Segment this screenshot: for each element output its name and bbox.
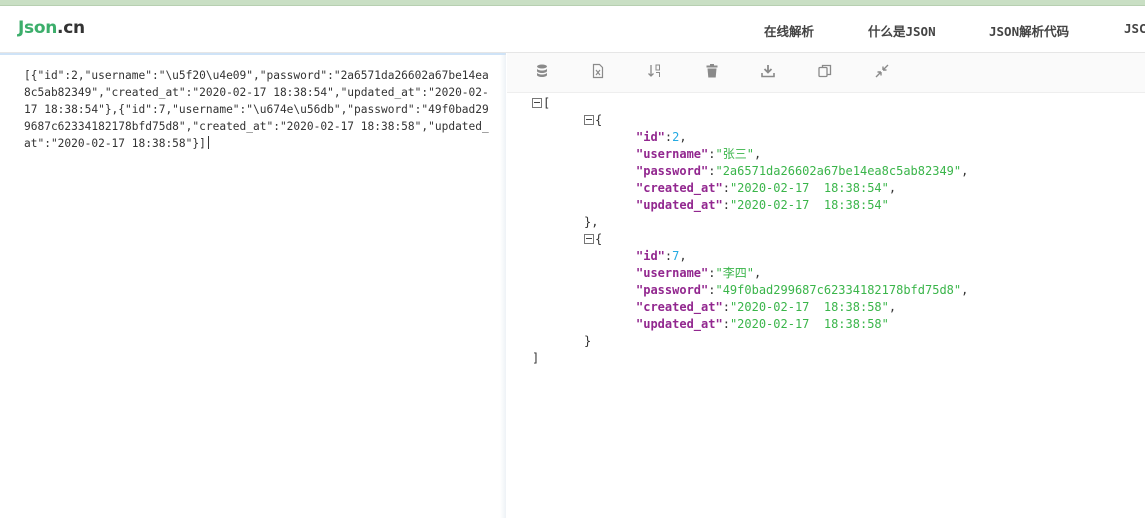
tree-object-close: }, bbox=[584, 215, 599, 229]
site-logo[interactable]: Json.cn bbox=[18, 18, 85, 38]
tree-row-username: "username":"张三", bbox=[636, 147, 762, 161]
tree-object-open: { bbox=[584, 231, 602, 248]
logo-part-cn: .cn bbox=[57, 18, 85, 38]
tree-row-updated-at: "updated_at":"2020-02-17 18:38:58" bbox=[636, 317, 889, 331]
json-input-pane[interactable]: [{"id":2,"username":"\u5f20\u4e09","pass… bbox=[0, 53, 506, 518]
navbar: Json.cn 在线解析 什么是JSON JSON解析代码 JSC bbox=[0, 6, 1145, 53]
tree-row-created-at: "created_at":"2020-02-17 18:38:54", bbox=[636, 181, 897, 195]
compress-icon[interactable] bbox=[874, 63, 890, 79]
database-icon[interactable] bbox=[534, 63, 550, 79]
nav-more[interactable]: JSC bbox=[1124, 21, 1145, 36]
json-tree-pane: [ { "id":2, "username":"张三", "password":… bbox=[507, 53, 1145, 518]
tree-row-updated-at: "updated_at":"2020-02-17 18:38:54" bbox=[636, 198, 889, 212]
nav-json-parse-code[interactable]: JSON解析代码 bbox=[989, 21, 1069, 40]
trash-icon[interactable] bbox=[704, 63, 720, 79]
sort-icon[interactable] bbox=[647, 63, 663, 79]
tree-root-open: [ bbox=[532, 95, 550, 112]
tree-row-password: "password":"2a6571da26602a67be14ea8c5ab8… bbox=[636, 164, 969, 178]
text-caret bbox=[207, 136, 209, 149]
excel-icon[interactable] bbox=[590, 63, 606, 79]
nav-online-parse[interactable]: 在线解析 bbox=[764, 21, 814, 40]
tree-object-close: } bbox=[584, 334, 592, 348]
tree-row-id: "id":7, bbox=[636, 249, 687, 263]
tree-row-id: "id":2, bbox=[636, 130, 687, 144]
tree-row-username: "username":"李四", bbox=[636, 266, 762, 280]
tree-row-created-at: "created_at":"2020-02-17 18:38:58", bbox=[636, 300, 897, 314]
pane-divider bbox=[500, 55, 506, 518]
json-input-value: [{"id":2,"username":"\u5f20\u4e09","pass… bbox=[24, 69, 489, 150]
tree-root-close: ] bbox=[532, 351, 540, 365]
tree-row-password: "password":"49f0bad299687c62334182178bfd… bbox=[636, 283, 969, 297]
download-icon[interactable] bbox=[760, 63, 776, 79]
tree-object-open: { bbox=[584, 112, 602, 129]
logo-part-json: Json bbox=[18, 18, 58, 38]
toolbar bbox=[507, 53, 1145, 93]
collapse-toggle-icon[interactable] bbox=[584, 115, 594, 125]
collapse-toggle-icon[interactable] bbox=[584, 234, 594, 244]
collapse-toggle-icon[interactable] bbox=[532, 98, 542, 108]
json-input-text[interactable]: [{"id":2,"username":"\u5f20\u4e09","pass… bbox=[24, 67, 494, 152]
nav-what-is-json[interactable]: 什么是JSON bbox=[868, 21, 936, 40]
copy-icon[interactable] bbox=[817, 63, 833, 79]
